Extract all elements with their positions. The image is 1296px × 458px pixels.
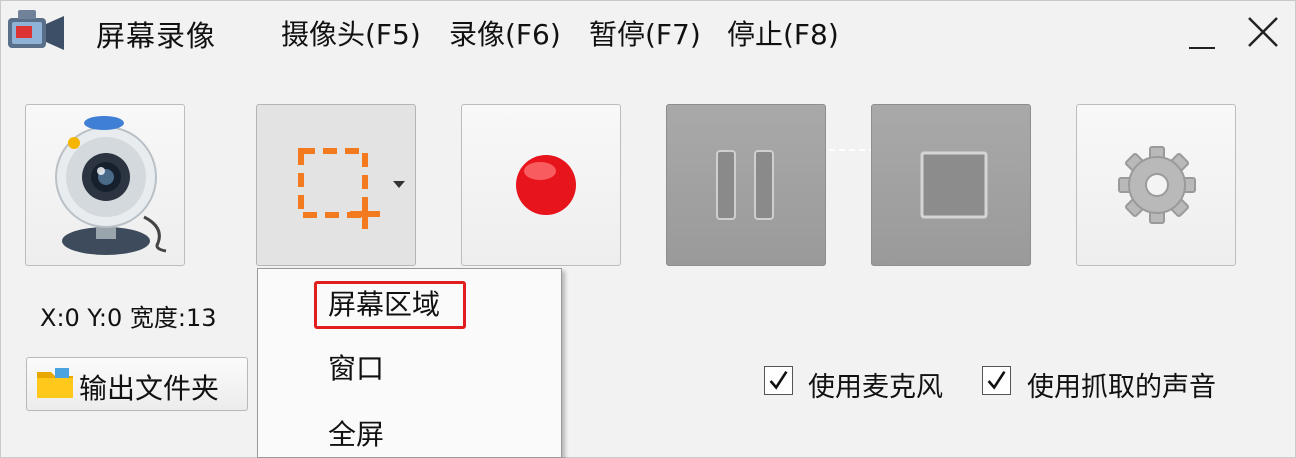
menu-record[interactable]: 录像(F6) <box>449 13 561 53</box>
output-folder-label: 输出文件夹 <box>79 372 220 405</box>
chevron-down-icon[interactable] <box>393 181 405 189</box>
window-title: 屏幕录像 <box>96 19 217 53</box>
mic-checkbox-label[interactable]: 使用麦克风 <box>808 365 943 404</box>
menu-stop[interactable]: 停止(F8) <box>727 13 839 53</box>
capture-sound-checkbox[interactable] <box>982 366 1011 395</box>
pause-icon <box>716 150 774 220</box>
stop-icon <box>920 151 988 219</box>
camcorder-app-icon <box>8 10 64 50</box>
dropdown-item-window[interactable]: 窗口 <box>258 337 561 391</box>
camera-button[interactable] <box>25 104 185 266</box>
pause-button[interactable] <box>666 104 826 266</box>
coordinates-readout: X:0 Y:0 宽度:13 <box>40 304 217 332</box>
record-button[interactable] <box>461 104 621 266</box>
webcam-icon <box>55 116 167 255</box>
minimize-button[interactable] <box>1183 10 1223 54</box>
menu-pause[interactable]: 暂停(F7) <box>589 13 701 53</box>
settings-button[interactable] <box>1076 104 1236 266</box>
dropdown-item-label: 屏幕区域 <box>328 288 441 321</box>
dropdown-item-label: 全屏 <box>328 418 385 451</box>
mic-checkbox[interactable] <box>764 366 793 395</box>
menu-camera[interactable]: 摄像头(F5) <box>281 13 421 53</box>
region-select-button[interactable] <box>256 104 416 266</box>
capture-sound-checkbox-label[interactable]: 使用抓取的声音 <box>1027 365 1216 404</box>
title-bar: 屏幕录像 摄像头(F5) 录像(F6) 暂停(F7) 停止(F8) <box>0 0 1296 64</box>
close-button[interactable] <box>1243 10 1283 54</box>
folder-icon <box>37 368 73 398</box>
dropdown-item-fullscreen[interactable]: 全屏 <box>258 403 561 457</box>
region-dropdown-menu: 屏幕区域 窗口 全屏 <box>257 268 562 458</box>
record-icon <box>516 155 576 215</box>
dropdown-item-screen-region[interactable]: 屏幕区域 <box>258 273 561 329</box>
output-folder-button[interactable]: 输出文件夹 <box>26 357 248 411</box>
dropdown-item-label: 窗口 <box>328 352 385 385</box>
gear-icon <box>1118 146 1196 224</box>
stop-button[interactable] <box>871 104 1031 266</box>
